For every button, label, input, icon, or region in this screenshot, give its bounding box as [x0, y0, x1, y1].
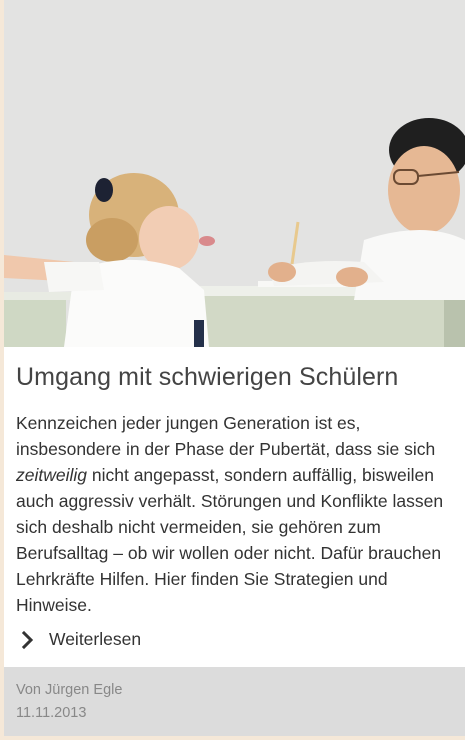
read-more-label: Weiterlesen: [49, 629, 142, 649]
article-meta: Von Jürgen Egle 11.11.2013: [4, 667, 465, 736]
article-author: Von Jürgen Egle: [16, 682, 123, 698]
article-title[interactable]: Umgang mit schwierigen Schülern: [16, 363, 398, 392]
teaser-text-start: Kennzeichen jeder jungen Generation ist …: [16, 413, 436, 459]
article-card: Umgang mit schwierigen Schülern Kennzeic…: [4, 0, 465, 736]
article-image[interactable]: [4, 0, 465, 347]
teaser-emphasis: zeitweilig: [16, 465, 87, 485]
article-teaser: Kennzeichen jeder jungen Generation ist …: [16, 410, 460, 618]
classroom-photo: [4, 0, 465, 347]
teaser-text-end: nicht angepasst, sondern auffällig, bisw…: [16, 465, 444, 615]
article-date: 11.11.2013: [16, 705, 87, 721]
chevron-right-icon: [21, 630, 34, 649]
read-more-link[interactable]: Weiterlesen: [20, 629, 141, 650]
